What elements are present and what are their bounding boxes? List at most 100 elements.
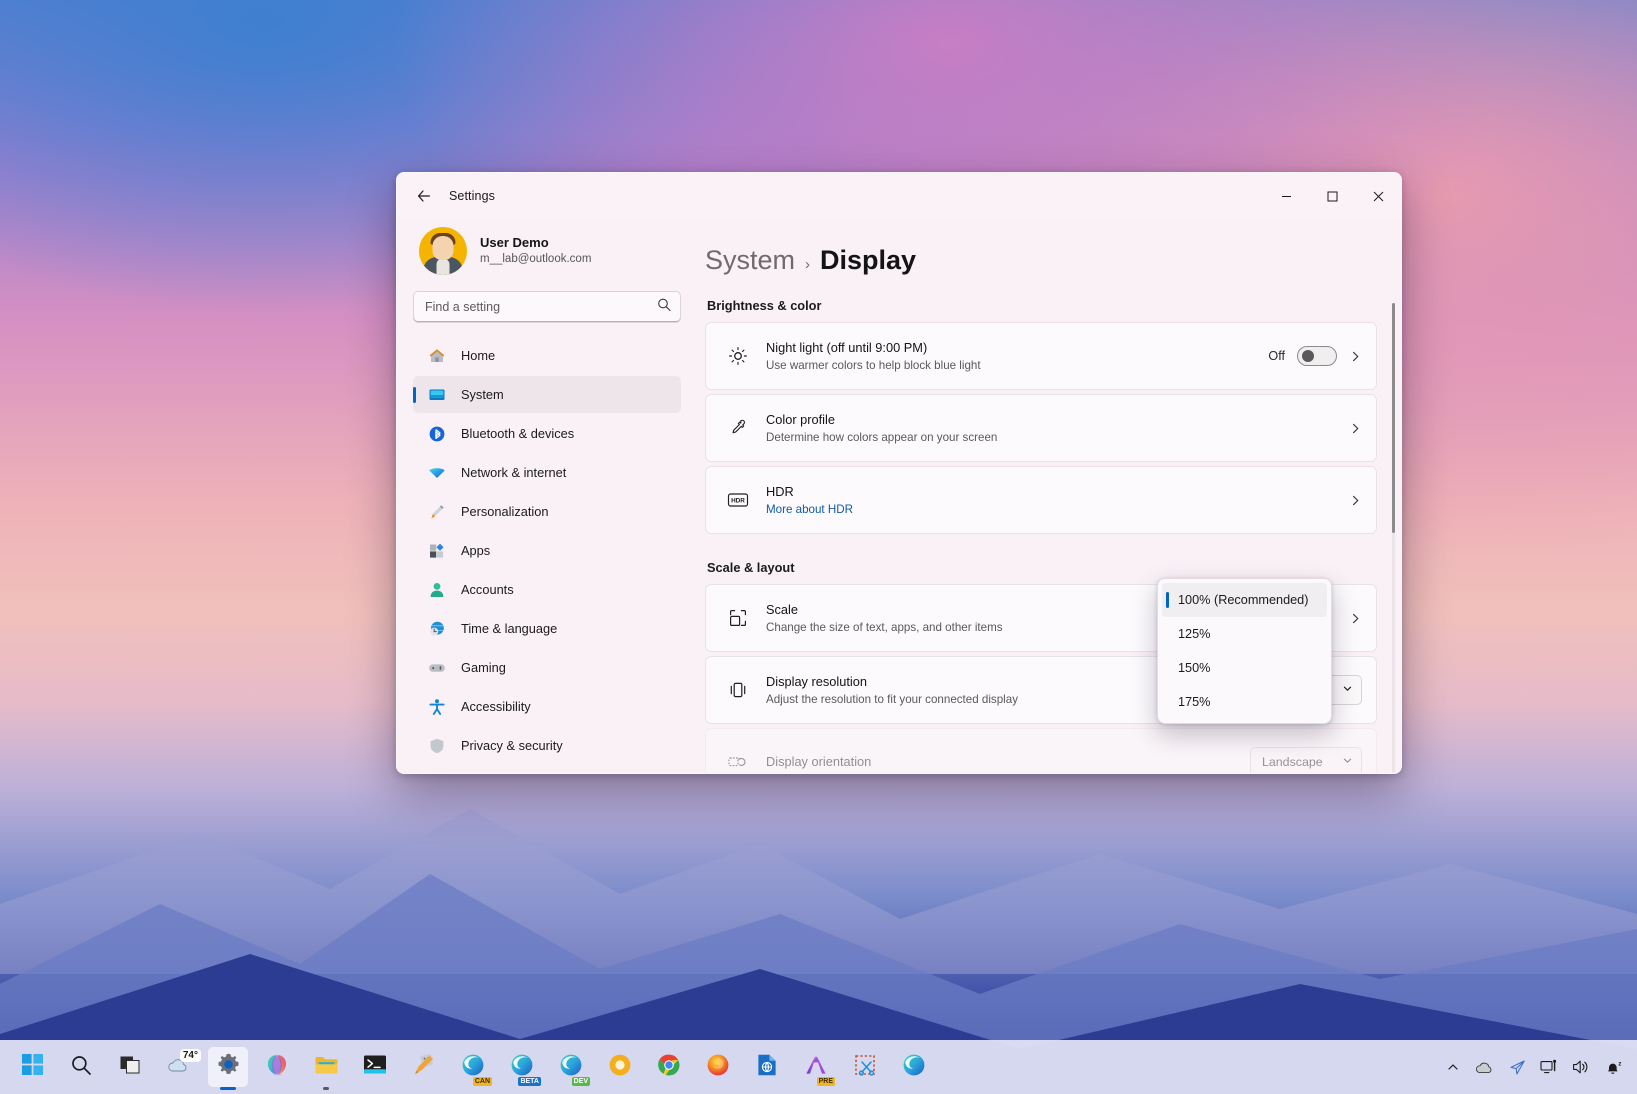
- main-scrollbar-thumb[interactable]: [1392, 303, 1395, 533]
- onedrive-tray-button[interactable]: [1470, 1050, 1500, 1084]
- main-scrollbar[interactable]: [1392, 303, 1395, 773]
- chevron-down-icon: [1342, 755, 1353, 769]
- network-tray-button[interactable]: [1504, 1050, 1531, 1084]
- svg-text:z: z: [1618, 1061, 1621, 1067]
- breadcrumb-separator-icon: ›: [805, 256, 810, 273]
- edge-canary-button[interactable]: CAN: [453, 1047, 493, 1087]
- sidebar-item-network-internet[interactable]: Network & internet: [413, 454, 681, 491]
- search-box[interactable]: [413, 291, 681, 323]
- account-email: m__lab@outlook.com: [480, 252, 591, 268]
- notifications-tray-button[interactable]: z: [1599, 1050, 1627, 1084]
- maximize-icon: [1327, 191, 1338, 202]
- sidebar-item-accounts[interactable]: Accounts: [413, 571, 681, 608]
- sidebar-item-gaming[interactable]: Gaming: [413, 649, 681, 686]
- brightness-sun-icon: [722, 346, 754, 366]
- chevron-right-icon[interactable]: [1349, 422, 1362, 435]
- account-tile[interactable]: User Demo m__lab@outlook.com: [413, 219, 681, 289]
- account-name: User Demo: [480, 234, 591, 252]
- firefox-icon: [706, 1053, 730, 1082]
- paint-button[interactable]: [404, 1047, 444, 1087]
- volume-tray-button[interactable]: [1567, 1050, 1595, 1084]
- copilot-button[interactable]: [257, 1047, 297, 1087]
- scale-option-125[interactable]: 125%: [1162, 617, 1327, 651]
- channel-badge-preview: PRE: [817, 1077, 835, 1086]
- show-hidden-icons-button[interactable]: [1440, 1050, 1466, 1084]
- folder-icon: [314, 1054, 339, 1081]
- scale-option-150[interactable]: 150%: [1162, 651, 1327, 685]
- sidebar-item-label: Privacy & security: [461, 738, 563, 753]
- row-title: Night light (off until 9:00 PM): [766, 338, 1268, 357]
- desktop-wallpaper: Settings: [0, 0, 1637, 1094]
- terminal-icon: [363, 1054, 387, 1080]
- sidebar-item-accessibility[interactable]: Accessibility: [413, 688, 681, 725]
- svg-text:HDR: HDR: [731, 498, 745, 505]
- breadcrumb-parent[interactable]: System: [705, 245, 795, 276]
- sidebar-item-bluetooth-devices[interactable]: Bluetooth & devices: [413, 415, 681, 452]
- edge-dev-button[interactable]: DEV: [551, 1047, 591, 1087]
- windows-logo-icon: [21, 1053, 44, 1081]
- sidebar-item-home[interactable]: Home: [413, 337, 681, 374]
- hdr-row[interactable]: HDR HDR More about HDR: [705, 466, 1377, 534]
- terminal-button[interactable]: [355, 1047, 395, 1087]
- scale-option-100[interactable]: 100% (Recommended): [1162, 583, 1327, 617]
- channel-badge-beta: BETA: [518, 1077, 541, 1086]
- apps-icon: [427, 541, 447, 561]
- scissors-icon: [853, 1053, 877, 1082]
- search-input[interactable]: [414, 300, 680, 314]
- search-icon: [657, 298, 671, 317]
- night-light-toggle[interactable]: [1297, 346, 1337, 366]
- powertoys-preview-button[interactable]: PRE: [796, 1047, 836, 1087]
- display-tray-button[interactable]: [1535, 1050, 1563, 1084]
- avatar: [419, 227, 467, 275]
- sidebar-item-label: Apps: [461, 543, 490, 558]
- chrome-canary-button[interactable]: [600, 1047, 640, 1087]
- sidebar-item-system[interactable]: System: [413, 376, 681, 413]
- more-about-hdr-link[interactable]: More about HDR: [766, 501, 1349, 518]
- window-controls: [1263, 173, 1401, 219]
- chevron-right-icon[interactable]: [1349, 350, 1362, 363]
- back-button[interactable]: [407, 181, 441, 211]
- system-display-icon: [427, 385, 447, 405]
- sidebar-item-personalization[interactable]: Personalization: [413, 493, 681, 530]
- chrome-canary-icon: [608, 1053, 632, 1082]
- web-document-button[interactable]: [747, 1047, 787, 1087]
- settings-button[interactable]: [208, 1047, 248, 1087]
- task-view-button[interactable]: [110, 1047, 150, 1087]
- display-orientation-row[interactable]: Display orientation Landscape: [705, 728, 1377, 773]
- weather-widget[interactable]: 74°: [159, 1047, 199, 1087]
- sidebar-nav: Home System: [413, 337, 681, 764]
- sidebar-item-apps[interactable]: Apps: [413, 532, 681, 569]
- night-light-row[interactable]: Night light (off until 9:00 PM) Use warm…: [705, 322, 1377, 390]
- chrome-button[interactable]: [649, 1047, 689, 1087]
- back-arrow-icon: [416, 188, 432, 204]
- minimize-button[interactable]: [1263, 173, 1309, 219]
- row-title: Color profile: [766, 410, 1349, 429]
- edge-beta-button[interactable]: BETA: [502, 1047, 542, 1087]
- scale-option-175[interactable]: 175%: [1162, 685, 1327, 719]
- edge-button[interactable]: [894, 1047, 934, 1087]
- start-button[interactable]: [12, 1047, 52, 1087]
- search-button[interactable]: [61, 1047, 101, 1087]
- color-profile-row[interactable]: Color profile Determine how colors appea…: [705, 394, 1377, 462]
- close-icon: [1373, 191, 1384, 202]
- window-titlebar: Settings: [397, 173, 1401, 219]
- chevron-right-icon[interactable]: [1349, 612, 1362, 625]
- row-title: HDR: [766, 482, 1349, 501]
- display-orientation-value: Landscape: [1262, 755, 1323, 769]
- file-explorer-button[interactable]: [306, 1047, 346, 1087]
- edge-icon: [902, 1053, 926, 1082]
- sidebar-item-privacy-security[interactable]: Privacy & security: [413, 727, 681, 764]
- page-title: Display: [820, 245, 916, 276]
- display-orientation-combobox[interactable]: Landscape: [1250, 747, 1362, 773]
- close-button[interactable]: [1355, 173, 1401, 219]
- window-title: Settings: [449, 189, 495, 203]
- firefox-button[interactable]: [698, 1047, 738, 1087]
- snipping-tool-button[interactable]: [845, 1047, 885, 1087]
- section-heading-scale-layout: Scale & layout: [707, 560, 1377, 575]
- sidebar-item-label: Accessibility: [461, 699, 531, 714]
- maximize-button[interactable]: [1309, 173, 1355, 219]
- row-title: Display orientation: [766, 752, 1250, 771]
- sidebar-item-time-language[interactable]: Time & language: [413, 610, 681, 647]
- chevron-right-icon[interactable]: [1349, 494, 1362, 507]
- gear-icon: [216, 1052, 241, 1082]
